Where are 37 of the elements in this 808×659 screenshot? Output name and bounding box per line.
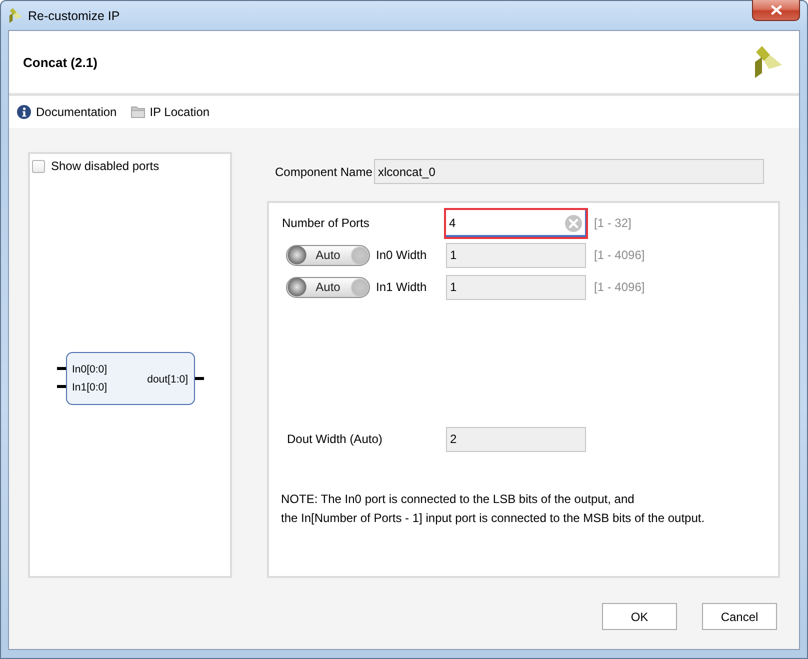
checkbox[interactable] [32, 160, 45, 172]
width-field[interactable]: 1 [446, 274, 586, 300]
window-title: Re-customize IP [28, 8, 120, 22]
number-of-ports-field[interactable]: 4 [444, 208, 588, 238]
range-hint: [1 - 4096] [594, 248, 646, 262]
range-hint: [1 - 4096] [594, 280, 646, 294]
app-logo-icon [8, 8, 22, 23]
close-button[interactable] [752, 0, 800, 21]
toolbar-link[interactable]: IP Location [130, 105, 210, 119]
folder-icon [130, 105, 145, 119]
port-stub [195, 377, 204, 380]
auto-toggle[interactable]: Auto [286, 244, 370, 266]
dout-width-field[interactable]: 2 [446, 426, 586, 452]
checkbox-label[interactable]: Show disabled ports [51, 159, 160, 173]
info-icon [17, 105, 31, 119]
logo-icon [752, 46, 782, 78]
cancel-button[interactable]: Cancel [702, 603, 777, 630]
field-label: Number of Ports [282, 216, 370, 230]
component-name-field[interactable]: xlconcat_0 [374, 159, 764, 184]
field-label: In0 Width [376, 248, 427, 262]
field-label: In1 Width [376, 280, 427, 294]
port-stub [57, 385, 66, 388]
port-label: In0[0:0] [72, 364, 108, 376]
port-label: In1[0:0] [72, 382, 108, 394]
ip-title: Concat (2.1) [23, 54, 98, 70]
note-text: NOTE: The In0 port is connected to the LSB bits of the output, and the In[Number of Ports - 1] input port is connected to the MSB bits of the output. [281, 491, 706, 527]
port-label: dout[1:0] [147, 374, 188, 386]
field-label: Dout Width (Auto) [287, 432, 384, 446]
ok-button[interactable]: OK [602, 603, 677, 630]
clear-icon[interactable] [565, 214, 582, 232]
field-label: Component Name [274, 164, 374, 178]
width-field[interactable]: 1 [446, 242, 586, 268]
range-hint: [1 - 32] [594, 216, 632, 230]
toolbar-link[interactable]: Documentation [17, 105, 117, 119]
close-icon [770, 5, 782, 15]
port-stub [57, 367, 66, 370]
auto-toggle[interactable]: Auto [286, 276, 370, 298]
